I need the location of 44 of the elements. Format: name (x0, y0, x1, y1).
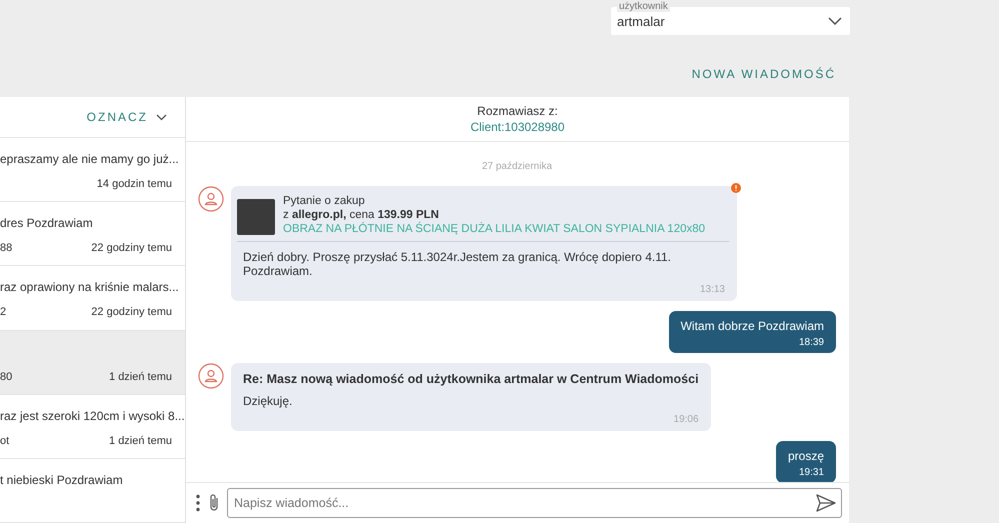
sender-name: 80 (0, 370, 12, 383)
message-preview: raz oprawiony na kriśnie malars... (0, 280, 179, 294)
message-preview: t niebieski Pozdrawiam (0, 472, 123, 487)
message-preview: raz jest szeroki 120cm i wysoki 8... (0, 408, 185, 423)
message-text: Dziękuję. (243, 394, 294, 408)
sender-name: 2 (0, 306, 6, 318)
conversation-label: Rozmawiasz z: (477, 104, 558, 118)
message-time: 22 godziny temu (91, 306, 172, 318)
message-time: 14 godzin temu (96, 178, 172, 190)
message-time: 1 dzień temu (109, 434, 172, 447)
message-time: 13:13 (698, 284, 725, 295)
conversation-item[interactable]: epraszamy ale nie mamy go już... 14 godzin temu (0, 138, 185, 202)
conversation-item[interactable]: 80 1 dzień temu (0, 330, 185, 395)
inquiry-title: Pytanie o zakup (283, 195, 366, 207)
sender-name: 88 (0, 242, 12, 254)
avatar-icon (198, 186, 224, 212)
message-time: 22 godziny temu (91, 242, 172, 254)
message-subject: Re: Masz nową wiadomość od użytkownika artmalar w Centrum Wiadomości (243, 372, 699, 386)
message-text: proszę (788, 449, 824, 463)
mark-dropdown-button[interactable]: OZNACZ (86, 110, 167, 124)
listing-source: z allegro.pl, cena 139.99 PLN (283, 209, 440, 221)
message-text: Dzień dobry. Proszę przysłać 5.11.3024r.Jestem za granicą. Wrócę dopiero 4.11. Pozdrawiam. (243, 250, 672, 278)
conversation-item[interactable]: dres Pozdrawiam 88 22 godziny temu (0, 202, 185, 266)
message-time: 19:06 (672, 414, 699, 425)
avatar-icon (198, 363, 224, 389)
more-options-icon[interactable] (195, 494, 201, 512)
sender-name: ot (0, 434, 10, 447)
contact-link[interactable]: Client:103028980 (470, 120, 565, 134)
field-label: użytkownik (617, 1, 670, 12)
message-preview: dres Pozdrawiam (0, 216, 93, 230)
message-time: 1 dzień temu (109, 370, 172, 383)
photo-placeholder (237, 199, 275, 235)
message-preview: epraszamy ale nie mamy go już... (0, 152, 179, 166)
chevron-down-icon (828, 17, 842, 25)
conversation-item[interactable]: raz jest szeroki 120cm i wysoki 8... ot 1 dzień temu (0, 394, 185, 459)
message-text: Witam dobrze Pozdrawiam (680, 319, 824, 333)
message-time: 19:31 (798, 467, 824, 478)
send-icon[interactable] (816, 494, 836, 512)
date-separator: 27 października (482, 161, 552, 172)
new-message-button[interactable]: NOWA WIADOMOŚĆ (692, 67, 836, 81)
conversation-item[interactable]: t niebieski Pozdrawiam (0, 458, 185, 523)
message-input[interactable]: Napisz wiadomość... (227, 488, 842, 518)
message-time: 18:39 (798, 337, 824, 348)
chevron-down-icon (156, 114, 167, 121)
